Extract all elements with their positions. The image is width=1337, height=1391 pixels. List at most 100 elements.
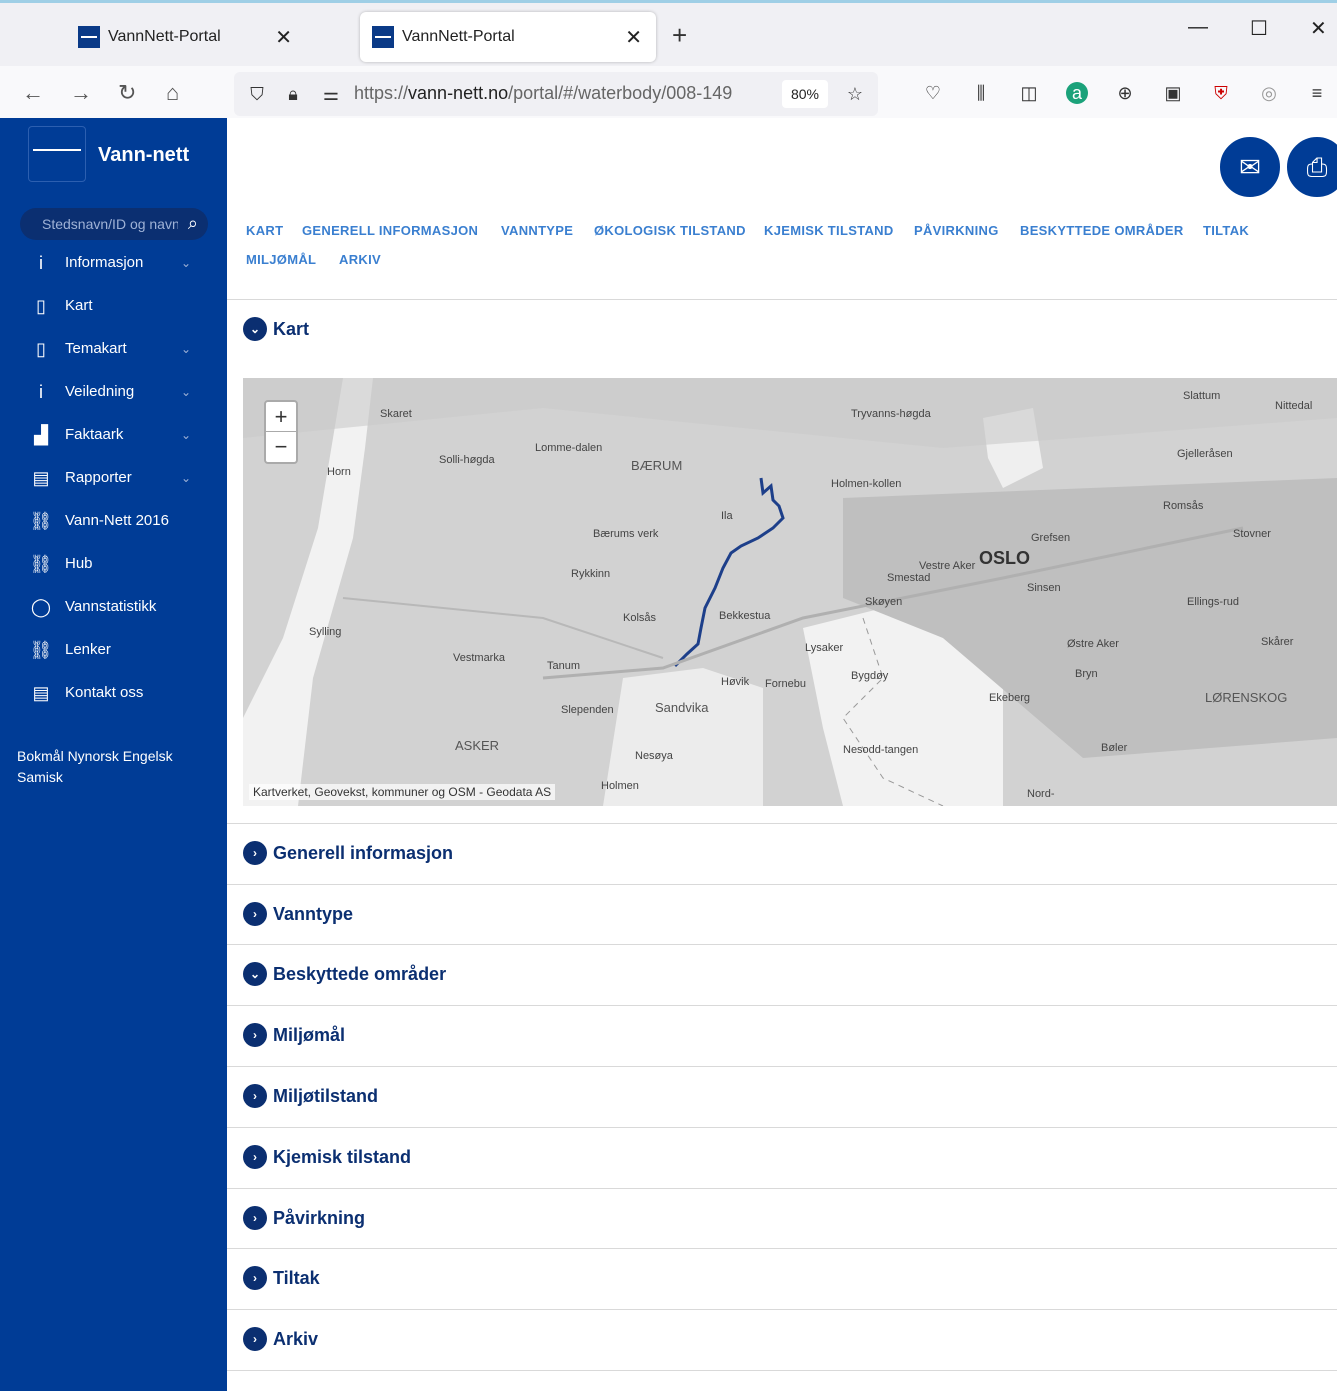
section-header[interactable]: › Tiltak xyxy=(243,1266,320,1290)
library-icon[interactable]: ⫼ xyxy=(970,82,992,104)
section-header[interactable]: › Arkiv xyxy=(243,1327,318,1351)
sidebar-item-0[interactable]: i Informasjon ⌄ xyxy=(0,241,227,284)
bookmark-star-icon[interactable]: ☆ xyxy=(844,83,866,105)
map-label: Bøler xyxy=(1101,742,1128,754)
sidebar-item-3[interactable]: i Veiledning ⌄ xyxy=(0,370,227,413)
zoom-out-button[interactable]: − xyxy=(266,432,296,462)
chevron-down-icon[interactable]: ⌄ xyxy=(243,317,267,341)
chevron-right-icon[interactable]: › xyxy=(243,1327,267,1351)
zoom-level[interactable]: 80% xyxy=(782,80,828,108)
browser-tab-active[interactable]: VannNett-Portal ✕ xyxy=(360,12,656,62)
search-icon[interactable]: ⌕ xyxy=(188,213,198,234)
menu-icon[interactable]: ≡ xyxy=(1306,82,1328,104)
section-header[interactable]: › Påvirkning xyxy=(243,1206,365,1230)
extension-a-icon[interactable]: a xyxy=(1066,82,1088,104)
browser-tab[interactable]: VannNett-Portal ✕ xyxy=(10,12,306,62)
map-label: Ellings-rud xyxy=(1187,596,1239,608)
zoom-in-button[interactable]: + xyxy=(266,402,296,432)
map-label: Rykkinn xyxy=(571,568,611,580)
chevron-right-icon[interactable]: › xyxy=(243,1206,267,1230)
sidebar-item-1[interactable]: ▯ Kart xyxy=(0,284,227,327)
extension-search-icon[interactable]: ⊕ xyxy=(1114,82,1136,104)
section-title: Miljømål xyxy=(273,1024,346,1045)
sidebar-item-2[interactable]: ▯ Temakart ⌄ xyxy=(0,327,227,370)
sidebar-item-label: Hub xyxy=(65,555,93,572)
extension-shield-icon[interactable]: ⛨ xyxy=(1210,82,1232,104)
search-placeholder: Stedsnavn/ID og navn xyxy=(42,216,178,232)
section-title: Påvirkning xyxy=(273,1207,366,1228)
url-bar[interactable]: ⛉ 🔒︎ ⚌ https://vann-nett.no/portal/#/wat… xyxy=(234,72,878,116)
pdf-button[interactable]: ⎙ xyxy=(1284,134,1337,200)
chevron-down-icon[interactable]: ⌄ xyxy=(181,256,191,270)
section-header[interactable]: ⌄ Beskyttede områder xyxy=(243,962,446,986)
logo[interactable] xyxy=(28,126,86,182)
link-icon: ⛓ xyxy=(29,639,53,660)
forward-arrow-icon[interactable]: → xyxy=(70,80,92,106)
subnav-miljomal[interactable]: MILJØMÅL xyxy=(246,252,316,267)
extension-box-icon[interactable]: ▣ xyxy=(1162,82,1184,104)
maximize-icon[interactable]: ☐ xyxy=(1250,16,1268,41)
chevron-right-icon[interactable]: › xyxy=(243,1023,267,1047)
section-header[interactable]: ⌄ Kart xyxy=(243,317,309,341)
sidebar-item-6[interactable]: ⛓ Vann-Nett 2016 xyxy=(0,499,227,542)
section-header[interactable]: › Miljømål xyxy=(243,1023,345,1047)
close-icon[interactable]: ✕ xyxy=(625,25,642,50)
email-button[interactable]: ✉ xyxy=(1217,134,1283,200)
sidebar-item-7[interactable]: ⛓ Hub xyxy=(0,542,227,585)
section-header[interactable]: › Miljøtilstand xyxy=(243,1084,378,1108)
sidebar-item-9[interactable]: ⛓ Lenker xyxy=(0,628,227,671)
chevron-down-icon[interactable]: ⌄ xyxy=(181,342,191,356)
url-text[interactable]: https://vann-nett.no/portal/#/waterbody/… xyxy=(354,83,769,104)
subnav-okologisk[interactable]: ØKOLOGISK TILSTAND xyxy=(594,223,746,238)
subnav-beskyttede[interactable]: BESKYTTEDE OMRÅDER xyxy=(1020,223,1184,238)
info-icon: i xyxy=(39,252,43,273)
close-icon[interactable]: ✕ xyxy=(275,25,292,50)
subnav-kjemisk[interactable]: KJEMISK TILSTAND xyxy=(764,223,894,238)
chevron-right-icon[interactable]: › xyxy=(243,1266,267,1290)
subnav-kart[interactable]: KART xyxy=(246,223,283,238)
sidebar-item-10[interactable]: ▤ Kontakt oss xyxy=(0,671,227,714)
window-close-icon[interactable]: ✕ xyxy=(1310,16,1327,41)
section-0: ⌄ Kart xyxy=(227,299,1337,361)
chevron-down-icon[interactable]: ⌄ xyxy=(181,428,191,442)
sidebar-item-label: Temakart xyxy=(65,340,127,357)
subnav-generell[interactable]: GENERELL INFORMASJON xyxy=(302,223,478,238)
search-input[interactable]: Stedsnavn/ID og navn ⌕ xyxy=(20,208,208,240)
section-header[interactable]: › Vanntype xyxy=(243,902,353,926)
chevron-down-icon[interactable]: ⌄ xyxy=(243,962,267,986)
brand-name[interactable]: Vann-nett xyxy=(98,144,189,167)
map[interactable]: Skaret Lomme-dalen BÆRUM Tryvanns-høgda Holm… xyxy=(243,378,1337,806)
pocket-icon[interactable]: ♡ xyxy=(922,82,944,104)
reload-icon[interactable]: ↻ xyxy=(118,80,136,106)
shield-icon[interactable]: ⛉ xyxy=(246,83,268,105)
subnav-tiltak[interactable]: TILTAK xyxy=(1203,223,1249,238)
section-header[interactable]: › Generell informasjon xyxy=(243,841,453,865)
sidebar-item-4[interactable]: ▟ Faktaark ⌄ xyxy=(0,413,227,456)
tab-title: VannNett-Portal xyxy=(402,28,515,45)
divider xyxy=(227,1370,1337,1371)
chevron-right-icon[interactable]: › xyxy=(243,841,267,865)
map-label: Vestmarka xyxy=(453,652,505,664)
chevron-down-icon[interactable]: ⌄ xyxy=(181,385,191,399)
chevron-right-icon[interactable]: › xyxy=(243,1145,267,1169)
chevron-right-icon[interactable]: › xyxy=(243,902,267,926)
home-icon[interactable]: ⌂ xyxy=(166,80,179,106)
sidebar-toggle-icon[interactable]: ◫ xyxy=(1018,82,1040,104)
extension-circle-icon[interactable]: ◎ xyxy=(1258,82,1280,104)
chevron-right-icon[interactable]: › xyxy=(243,1084,267,1108)
language-selector[interactable]: Bokmål Nynorsk Engelsk Samisk xyxy=(17,746,207,788)
subnav-arkiv[interactable]: ARKIV xyxy=(339,252,381,267)
permissions-icon[interactable]: ⚌ xyxy=(320,83,342,105)
sidebar-item-5[interactable]: ▤ Rapporter ⌄ xyxy=(0,456,227,499)
sidebar-item-8[interactable]: ◯ Vannstatistikk xyxy=(0,585,227,628)
back-arrow-icon[interactable]: ← xyxy=(22,80,44,106)
sidebar-item-label: Vann-Nett 2016 xyxy=(65,512,169,529)
new-tab-button[interactable]: + xyxy=(672,20,687,51)
sidebar-item-label: Kart xyxy=(65,297,93,314)
lock-icon[interactable]: 🔒︎ xyxy=(282,83,304,105)
section-header[interactable]: › Kjemisk tilstand xyxy=(243,1145,411,1169)
subnav-pavirkning[interactable]: PÅVIRKNING xyxy=(914,223,999,238)
subnav-vanntype[interactable]: VANNTYPE xyxy=(501,223,573,238)
minimize-icon[interactable]: — xyxy=(1188,16,1208,39)
chevron-down-icon[interactable]: ⌄ xyxy=(181,471,191,485)
